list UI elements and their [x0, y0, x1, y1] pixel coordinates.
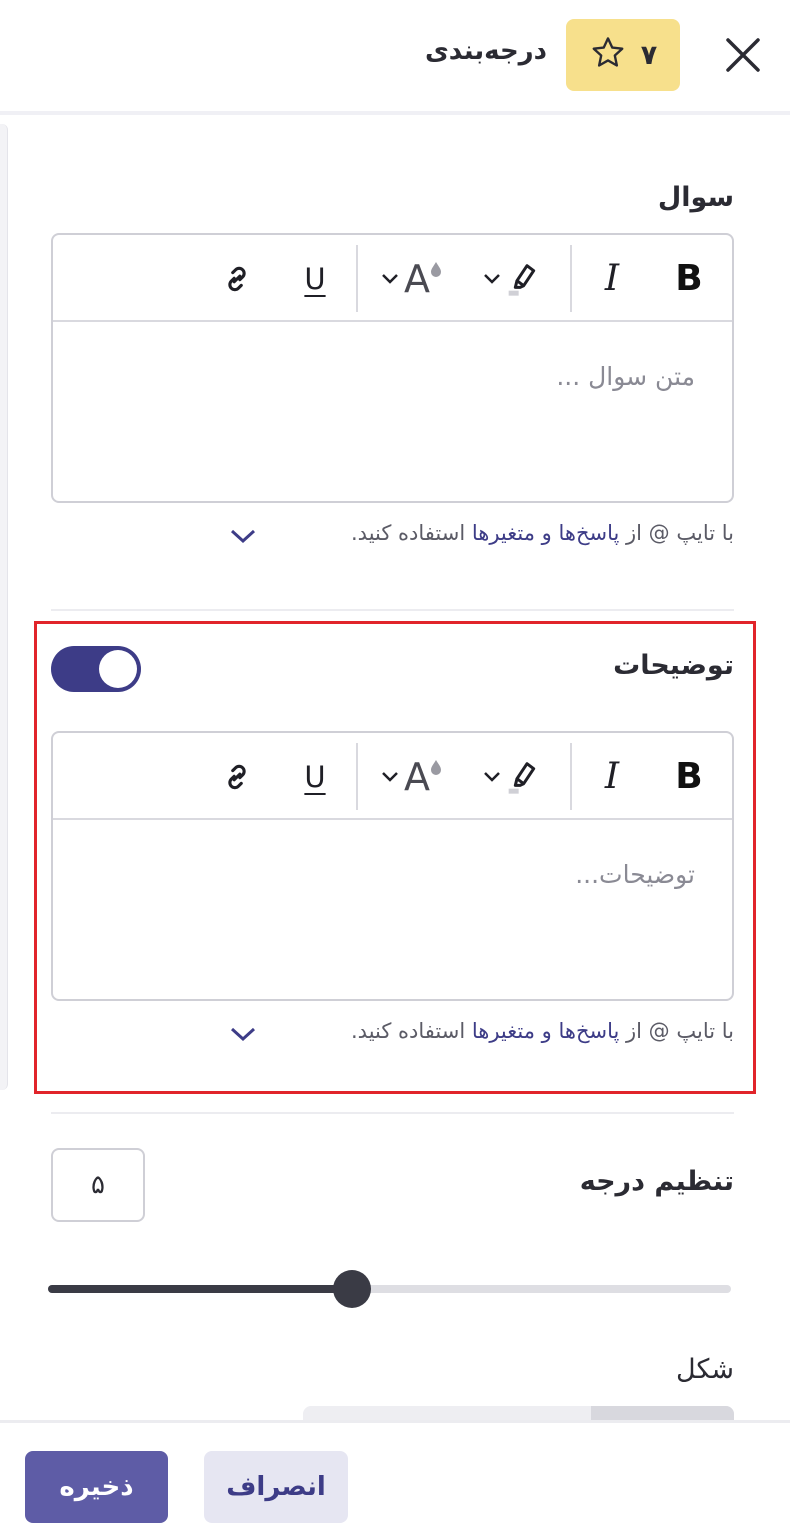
highlight-icon [508, 263, 536, 296]
bold-button[interactable]: B [661, 235, 717, 322]
degree-slider-thumb[interactable] [333, 1270, 371, 1308]
question-label: سوال [657, 182, 734, 213]
header: ۷ درجه‌بندی [0, 0, 790, 115]
degree-slider-fill [48, 1285, 352, 1293]
italic-button[interactable]: I [584, 733, 640, 820]
description-hint: با تایپ @ از پاسخ‌ها و متغیرها استفاده ک… [351, 1019, 734, 1043]
bold-button[interactable]: B [661, 733, 717, 820]
description-toggle[interactable] [51, 646, 141, 692]
underline-button[interactable]: U [287, 235, 343, 322]
color-drop-icon [431, 759, 441, 775]
underline-icon: U [304, 261, 326, 296]
chevron-down-icon[interactable] [228, 526, 258, 546]
bold-icon: B [675, 258, 703, 299]
highlight-button[interactable] [467, 733, 557, 820]
divider [51, 609, 734, 611]
answers-variables-link[interactable]: پاسخ‌ها و متغیرها [472, 1019, 619, 1043]
shape-label: شکل [676, 1354, 734, 1385]
question-text-area[interactable]: متن سوال ... [53, 324, 732, 501]
description-label: توضیحات [613, 650, 734, 681]
link-icon[interactable] [209, 733, 265, 820]
italic-button[interactable]: I [584, 235, 640, 322]
chevron-down-icon [382, 771, 398, 782]
font-color-button[interactable]: A [366, 733, 456, 820]
question-editor-toolbar: U A I B [53, 235, 732, 322]
color-drop-icon [431, 261, 441, 277]
close-icon[interactable] [722, 34, 764, 76]
underline-icon: U [304, 759, 326, 794]
link-icon[interactable] [209, 235, 265, 322]
star-icon [589, 34, 627, 76]
description-editor-toolbar: U A I B [53, 733, 732, 820]
italic-icon: I [604, 258, 620, 299]
panel-title: درجه‌بندی [424, 36, 547, 66]
question-type-badge: ۷ [566, 19, 680, 91]
chevron-down-icon[interactable] [228, 1024, 258, 1044]
highlight-icon [508, 761, 536, 794]
answers-variables-link[interactable]: پاسخ‌ها و متغیرها [472, 521, 619, 545]
underline-button[interactable]: U [287, 733, 343, 820]
footer: ذخیره انصراف [0, 1420, 790, 1537]
toggle-knob [99, 650, 137, 688]
font-color-icon: A [404, 256, 430, 301]
divider [51, 1112, 734, 1114]
description-editor: U A I B توضیحات... [51, 731, 734, 1001]
degree-input[interactable]: ۵ [51, 1148, 145, 1222]
badge-number: ۷ [640, 39, 658, 71]
cancel-button[interactable]: انصراف [204, 1451, 348, 1523]
bold-icon: B [675, 756, 703, 797]
chevron-down-icon [382, 273, 398, 284]
question-editor: U A I B متن سوال ... [51, 233, 734, 503]
highlight-button[interactable] [467, 235, 557, 322]
degree-slider-track[interactable] [48, 1285, 731, 1293]
font-color-button[interactable]: A [366, 235, 456, 322]
question-hint: با تایپ @ از پاسخ‌ها و متغیرها استفاده ک… [351, 521, 734, 545]
scroll-rail [0, 124, 8, 1090]
chevron-down-icon [484, 771, 500, 782]
chevron-down-icon [484, 273, 500, 284]
description-placeholder: توضیحات... [575, 860, 695, 889]
description-text-area[interactable]: توضیحات... [53, 822, 732, 999]
save-button[interactable]: ذخیره [25, 1451, 168, 1523]
font-color-icon: A [404, 754, 430, 799]
italic-icon: I [604, 756, 620, 797]
question-placeholder: متن سوال ... [556, 362, 695, 391]
degree-label: تنظیم درجه [579, 1166, 734, 1197]
